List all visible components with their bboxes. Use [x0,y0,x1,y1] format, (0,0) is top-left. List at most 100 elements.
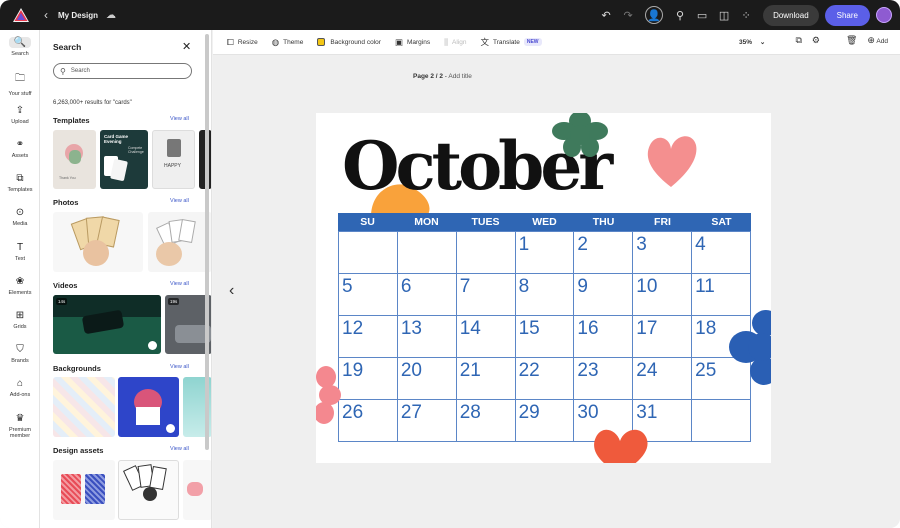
calendar-day-cell[interactable]: 6 [397,274,457,316]
design-asset-thumb[interactable] [183,460,211,520]
back-button[interactable]: ‹ [44,8,48,22]
calendar-day-cell[interactable]: 2 [574,232,634,274]
margins-button[interactable]: ▣ Margins [395,37,430,48]
share-button[interactable]: Share [824,4,870,26]
view-all-photos[interactable]: View all [170,198,189,204]
translate-button[interactable]: 文 Translate NEW [480,36,542,48]
calendar-day-cell[interactable]: 9 [574,274,634,316]
background-thumb[interactable] [118,377,179,437]
apps-grid-icon[interactable]: ⁘ [735,4,757,26]
calendar-day-cell[interactable]: 8 [515,274,575,316]
duration-badge: 19s [168,298,180,305]
add-page-button[interactable]: ⊕ Add [867,35,888,46]
calendar-day-cell[interactable]: 28 [456,400,516,442]
resize-button[interactable]: ⧠ Resize [227,37,258,48]
calendar-day-cell[interactable]: 26 [339,400,398,442]
present-icon[interactable]: ◫ [713,4,735,26]
folder-icon: 🗀 [15,73,25,84]
sidebar-item-label: Search [11,51,29,57]
calendar-day-cell[interactable]: 14 [456,316,516,358]
sidebar-item-premium-member[interactable]: ♛ Premium member [0,413,40,439]
calendar-day-cell[interactable]: 1 [515,232,575,274]
sidebar-item-media[interactable]: ⊙ Media [0,207,40,227]
theme-button[interactable]: ◍ Theme [272,37,304,48]
document-title[interactable]: My Design [58,11,98,20]
background-thumb[interactable] [53,377,115,437]
duplicate-page-icon[interactable]: ⧉ [795,35,801,46]
view-all-templates[interactable]: View all [170,116,189,122]
sidebar-item-grids[interactable]: ⊞ Grids [0,310,40,330]
sidebar-item-add-ons[interactable]: ⌂ Add-ons [0,378,40,398]
calendar-day-cell[interactable] [456,232,516,274]
search-input[interactable]: ⚲ Search [53,63,192,79]
calendar-day-cell[interactable]: 20 [397,358,457,400]
photo-thumb[interactable] [53,212,143,272]
view-all-design-assets[interactable]: View all [170,446,189,452]
page-settings-icon[interactable]: ⚙ [812,35,820,46]
view-all-videos[interactable]: View all [170,281,189,287]
close-icon[interactable]: ✕ [182,40,191,53]
align-button[interactable]: ⫼ Align [444,37,466,48]
invite-user-icon[interactable]: 👤 [645,6,664,24]
calendar-day-cell[interactable] [339,232,398,274]
resize-icon: ⧠ [227,36,234,47]
sidebar-item-text[interactable]: T Text [0,242,40,262]
calendar-day-cell[interactable]: 10 [633,274,693,316]
green-flower-shape[interactable] [548,113,612,159]
previous-page-arrow-icon[interactable]: ‹ [229,282,234,300]
calendar-day-cell[interactable]: 19 [339,358,398,400]
calendar-day-cell[interactable]: 29 [515,400,575,442]
calendar-day-cell[interactable]: 12 [339,316,398,358]
avatar[interactable] [876,7,892,23]
calendar-day-cell[interactable]: 4 [692,232,751,274]
zoom-select[interactable]: 35% ⌄ [739,38,765,46]
photo-thumb[interactable] [148,212,211,272]
calendar-day-cell[interactable]: 5 [339,274,398,316]
template-thumb[interactable]: Thank You [53,130,96,189]
calendar-day-cell[interactable]: 22 [515,358,575,400]
location-pin-icon[interactable]: ⚲ [669,4,691,26]
calendar-day-cell[interactable]: 17 [633,316,693,358]
calendar-day-cell[interactable]: 16 [574,316,634,358]
pink-heart-shape[interactable] [644,131,698,189]
calendar-grid: SU MON TUES WED THU FRI SAT 1 2 3 4 5 6 7 8 9 10 11 12 13 1… [338,213,751,442]
adobe-express-logo-icon[interactable] [12,7,30,23]
red-heart-shape[interactable] [588,423,652,463]
trash-icon[interactable]: 🗑 [846,35,857,46]
sidebar-item-your-stuff[interactable]: 🗀 Your stuff [0,71,40,97]
redo-icon[interactable]: ↷ [617,4,639,26]
calendar-day-cell[interactable]: 27 [397,400,457,442]
pink-flower-shape[interactable] [316,365,342,425]
blue-flower-shape[interactable] [728,309,771,389]
calendar-day-cell[interactable]: 21 [456,358,516,400]
template-thumb[interactable]: HAPPY [152,130,195,189]
panel-scrollbar[interactable] [205,34,209,450]
upload-icon: ⇪ [15,105,25,116]
sidebar-item-upload[interactable]: ⇪ Upload [0,105,40,125]
calendar-day-cell[interactable] [397,232,457,274]
sidebar-item-search[interactable]: 🔍 Search [0,37,40,57]
sidebar-item-assets[interactable]: ⚭ Assets [0,139,40,159]
comment-icon[interactable]: ▭ [691,4,713,26]
design-asset-thumb[interactable] [118,460,179,520]
calendar-day-cell[interactable]: 24 [633,358,693,400]
design-page[interactable]: October SU MON TUES WED THU FRI SAT 1234567891… [316,113,771,463]
design-asset-thumb[interactable] [53,460,115,520]
calendar-day-cell[interactable]: 13 [397,316,457,358]
video-thumb[interactable]: 14s [53,295,161,354]
sidebar-item-templates[interactable]: ⧉ Templates [0,173,40,193]
calendar-day-cell[interactable] [692,400,751,442]
calendar-day-cell[interactable]: 7 [456,274,516,316]
view-all-backgrounds[interactable]: View all [170,364,189,370]
sidebar-item-brands[interactable]: ⛉ Brands [0,344,40,364]
calendar-day-cell[interactable]: 3 [633,232,693,274]
calendar-day-cell[interactable]: 15 [515,316,575,358]
add-title-link[interactable]: Add title [448,73,472,80]
template-thumb[interactable]: Card Game Evening Compete Challenge [100,130,148,189]
undo-icon[interactable]: ↶ [595,4,617,26]
background-color-button[interactable]: Background color [317,38,381,46]
calendar-day-cell[interactable]: 23 [574,358,634,400]
sidebar-item-elements[interactable]: ❀ Elements [0,276,40,296]
download-button[interactable]: Download [763,4,819,26]
media-icon: ⊙ [15,207,25,218]
